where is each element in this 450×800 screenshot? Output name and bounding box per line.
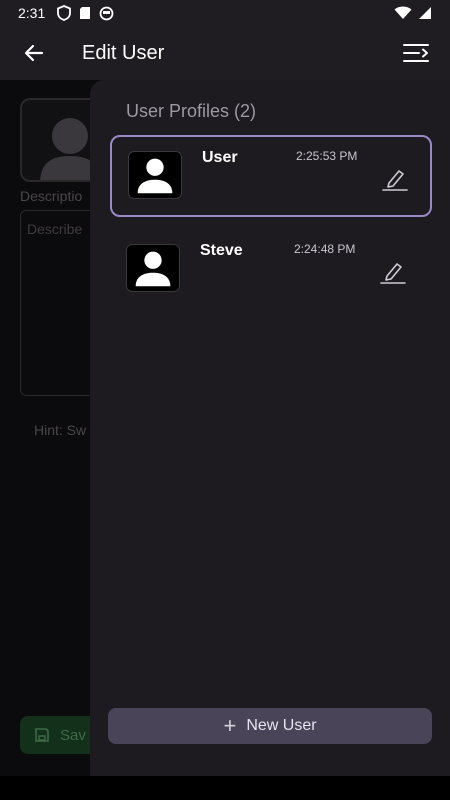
plus-icon: + bbox=[223, 713, 237, 738]
status-system-icons bbox=[394, 6, 432, 20]
back-button[interactable] bbox=[12, 31, 56, 75]
new-user-button[interactable]: + New User bbox=[108, 708, 432, 744]
description-label: Descriptio bbox=[20, 188, 83, 204]
drawer-title: User Profiles (2) bbox=[126, 101, 257, 121]
sd-card-icon bbox=[80, 7, 91, 19]
profile-card-steve[interactable]: Steve 2:24:48 PM bbox=[110, 230, 432, 312]
status-notification-icons bbox=[57, 5, 114, 21]
save-label: Sav bbox=[60, 726, 86, 744]
status-bar: 2:31 bbox=[0, 0, 450, 26]
profile-avatar bbox=[126, 244, 180, 292]
profile-avatar bbox=[128, 151, 182, 199]
shield-icon bbox=[57, 5, 72, 21]
page-title: Edit User bbox=[82, 41, 165, 64]
arrow-left-icon bbox=[24, 44, 44, 62]
hint-text: Hint: Sw bbox=[34, 422, 87, 438]
description-placeholder: Describe bbox=[27, 221, 83, 237]
edit-profile-button[interactable] bbox=[380, 165, 410, 193]
user-profiles-drawer: User Profiles (2) User 2:25:53 PM Steve … bbox=[90, 80, 450, 776]
edit-profile-button[interactable] bbox=[378, 258, 408, 286]
profile-timestamp: 2:24:48 PM bbox=[294, 242, 356, 256]
save-icon bbox=[35, 728, 49, 742]
wifi-icon bbox=[394, 6, 412, 19]
pencil-icon bbox=[382, 170, 408, 191]
profile-timestamp: 2:25:53 PM bbox=[296, 149, 358, 163]
smiley-icon bbox=[99, 6, 114, 20]
status-time: 2:31 bbox=[18, 5, 46, 21]
menu-button[interactable] bbox=[394, 31, 438, 75]
menu-open-icon bbox=[403, 44, 429, 62]
app-bar: Edit User bbox=[0, 26, 450, 80]
person-icon bbox=[137, 158, 173, 194]
profile-card-user[interactable]: User 2:25:53 PM bbox=[110, 135, 432, 217]
person-icon bbox=[135, 251, 171, 287]
profile-name: User bbox=[202, 149, 238, 166]
signal-icon bbox=[419, 7, 431, 19]
pencil-icon bbox=[380, 263, 406, 284]
system-nav-bar bbox=[0, 776, 450, 800]
new-user-label: New User bbox=[246, 717, 317, 734]
profile-name: Steve bbox=[200, 242, 243, 259]
